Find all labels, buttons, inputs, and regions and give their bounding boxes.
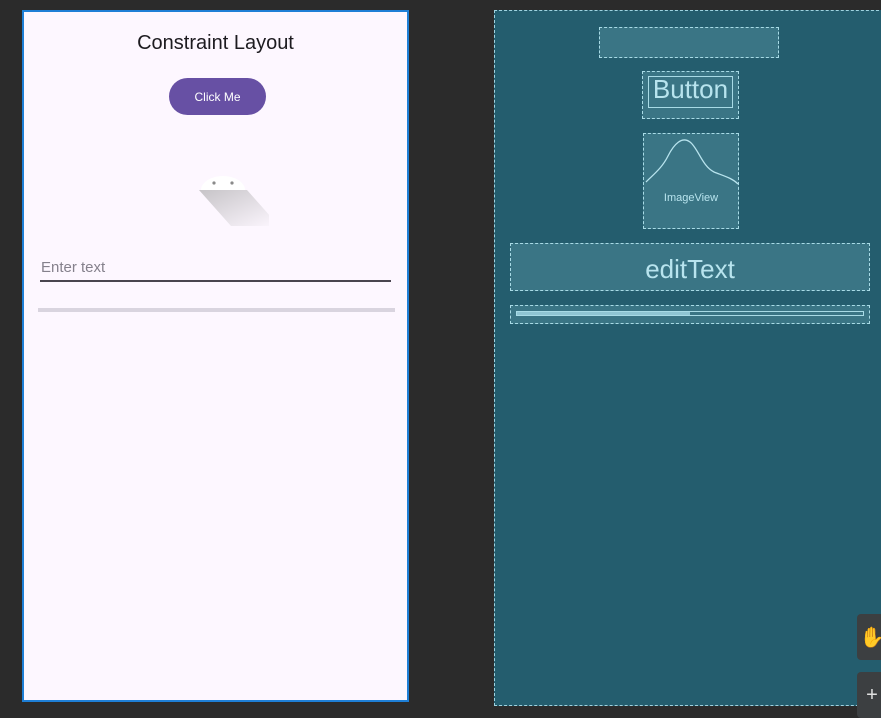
blueprint-imageview-label: ImageView [663,192,719,204]
pan-tool-button[interactable]: ✋ [857,614,881,660]
blueprint-surface[interactable]: Button ImageView editText [494,10,881,706]
progress-bar [38,308,395,312]
hand-icon: ✋ [859,626,881,649]
click-me-button[interactable]: Click Me [169,78,266,115]
plus-icon: + [866,683,878,706]
blueprint-textview[interactable] [599,27,779,58]
design-surface[interactable]: Constraint Layout Click Me Enter text [22,10,409,702]
image-view[interactable] [189,166,279,246]
blueprint-progressbar[interactable] [510,305,870,324]
blueprint-button-label: Button [652,74,729,104]
edit-text-hint: Enter text [41,259,106,276]
page-title[interactable]: Constraint Layout [24,32,407,55]
image-placeholder-icon [645,139,739,185]
blueprint-edittext[interactable]: editText [510,243,870,291]
blueprint-progress-fill [517,312,690,315]
edit-text-field[interactable]: Enter text [40,256,391,282]
blueprint-edittext-label: editText [645,254,735,284]
zoom-in-button[interactable]: + [857,672,881,718]
blueprint-progress-track [516,311,864,316]
blueprint-imageview[interactable]: ImageView [643,133,739,229]
blueprint-button[interactable]: Button [642,71,739,119]
android-robot-icon [199,176,279,226]
